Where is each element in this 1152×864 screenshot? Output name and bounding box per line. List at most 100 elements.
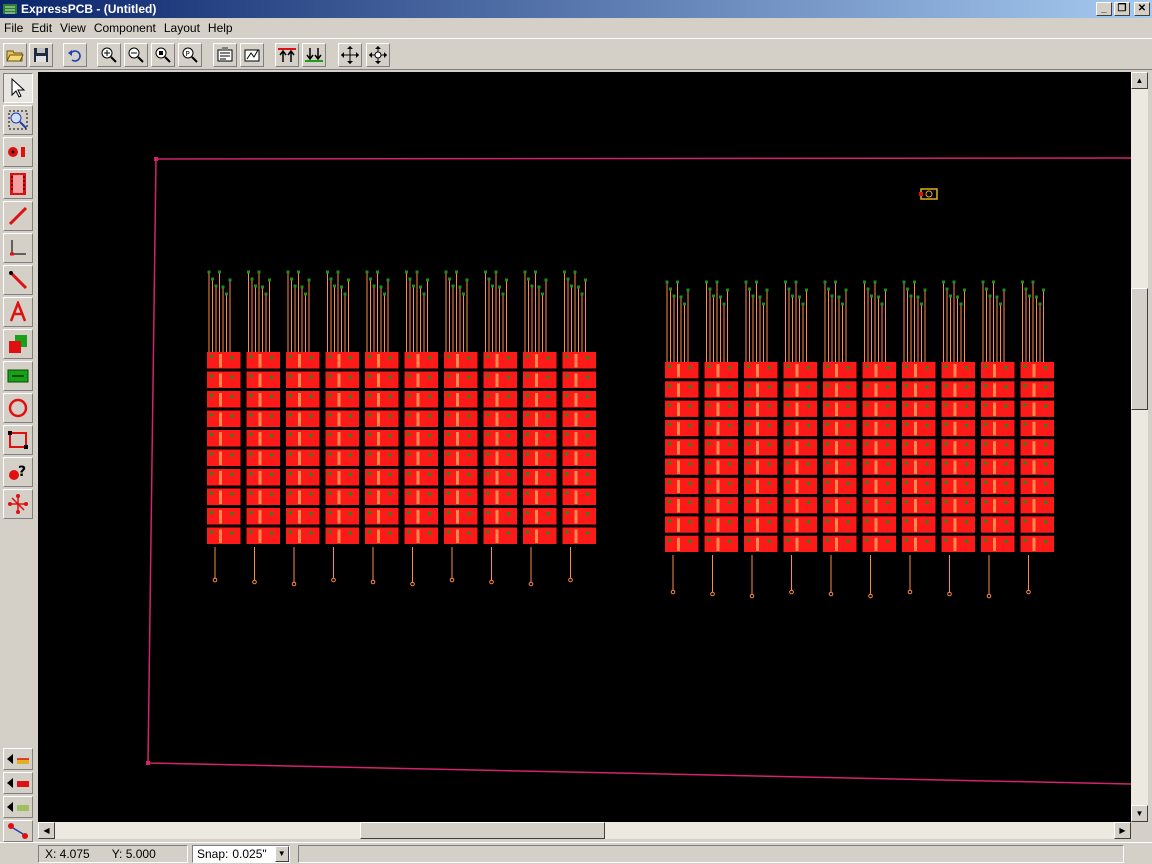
pad-trace xyxy=(416,393,420,407)
via xyxy=(507,414,510,418)
via xyxy=(791,294,794,298)
via-component xyxy=(919,188,938,200)
via xyxy=(494,270,498,274)
via xyxy=(270,414,273,418)
rectangle-tool[interactable] xyxy=(3,425,33,455)
via xyxy=(665,280,669,284)
menu-edit[interactable]: Edit xyxy=(27,21,56,35)
via xyxy=(376,270,379,274)
vertical-scroll-thumb[interactable] xyxy=(1131,288,1148,410)
menu-layout[interactable]: Layout xyxy=(160,21,204,35)
via xyxy=(297,270,300,274)
board-outline-corner xyxy=(146,761,150,765)
pad-trace xyxy=(377,354,380,368)
horizontal-scroll-thumb[interactable] xyxy=(360,822,605,839)
component-tool[interactable] xyxy=(3,169,33,199)
via xyxy=(668,384,671,388)
pad-trace xyxy=(677,499,680,513)
undo-button[interactable] xyxy=(63,43,87,67)
bottom-layer-button[interactable] xyxy=(302,43,326,67)
via xyxy=(668,403,671,407)
open-button[interactable] xyxy=(3,43,27,67)
pad xyxy=(325,449,359,466)
via xyxy=(526,355,529,358)
corner-trace-tool[interactable] xyxy=(3,233,33,263)
zoom-in-button[interactable] xyxy=(97,43,121,67)
pad xyxy=(207,371,241,388)
pad-trace xyxy=(298,529,301,543)
via xyxy=(349,434,352,437)
menu-help[interactable]: Help xyxy=(204,21,237,35)
pad xyxy=(783,419,817,437)
zoom-out-button[interactable] xyxy=(124,43,148,67)
zoom-select-tool[interactable] xyxy=(3,105,33,135)
bottom-layer-select[interactable] xyxy=(3,772,33,794)
pad-trace xyxy=(677,421,680,436)
via xyxy=(428,434,431,437)
via xyxy=(866,287,870,291)
ground-plane-tool[interactable] xyxy=(3,361,33,391)
text-tool-icon xyxy=(9,301,27,322)
pad xyxy=(981,458,1015,475)
pad xyxy=(404,469,438,486)
menu-file[interactable]: File xyxy=(0,21,27,35)
menu-view[interactable]: View xyxy=(56,21,90,35)
query-tool[interactable]: ? xyxy=(3,457,33,487)
via xyxy=(747,500,750,504)
via xyxy=(865,384,869,388)
via xyxy=(249,355,253,358)
pad xyxy=(823,419,857,437)
menu-component[interactable]: Component xyxy=(90,21,160,35)
via xyxy=(507,375,510,379)
via xyxy=(683,302,686,306)
snap-label: Snap: xyxy=(197,846,229,861)
component-properties-button[interactable] xyxy=(213,43,237,67)
via xyxy=(428,414,431,418)
via xyxy=(428,492,431,496)
pad-tool[interactable] xyxy=(3,137,33,167)
pad-trace xyxy=(874,499,878,513)
via xyxy=(728,443,731,447)
horizontal-scrollbar[interactable]: ◀ ▶ xyxy=(38,822,1131,839)
trace-tool[interactable] xyxy=(3,201,33,231)
pad xyxy=(404,449,438,466)
move-button[interactable] xyxy=(338,43,362,67)
app-icon xyxy=(3,4,17,14)
top-layer-select[interactable] xyxy=(3,748,33,770)
board-outline-corner xyxy=(154,157,158,161)
select-tool[interactable] xyxy=(3,73,33,103)
via xyxy=(837,295,841,299)
silkscreen-layer-select[interactable] xyxy=(3,796,33,818)
restore-button[interactable]: ❐ xyxy=(1114,2,1130,16)
pad-trace xyxy=(677,537,680,551)
pad xyxy=(246,449,280,466)
scroll-down-button[interactable]: ▼ xyxy=(1131,805,1148,822)
ratsnest-tool[interactable] xyxy=(3,820,33,842)
netlist-tool[interactable] xyxy=(3,489,33,519)
close-button[interactable]: ✕ xyxy=(1134,2,1150,16)
pad-properties-button[interactable] xyxy=(240,43,264,67)
chevron-down-icon[interactable]: ▼ xyxy=(274,845,289,862)
scroll-right-button[interactable]: ▶ xyxy=(1114,822,1131,839)
vertical-scrollbar[interactable]: ▲ ▼ xyxy=(1131,72,1148,822)
top-layer-button[interactable] xyxy=(275,43,299,67)
via xyxy=(905,538,908,542)
text-tool[interactable] xyxy=(3,297,33,327)
via xyxy=(486,374,490,378)
zoom-previous-button[interactable]: P xyxy=(178,43,202,67)
via xyxy=(486,452,490,456)
save-button[interactable] xyxy=(29,43,53,67)
pcb-canvas[interactable] xyxy=(38,72,1131,822)
via xyxy=(688,404,692,408)
snap-select[interactable]: Snap: 0.025" ▼ xyxy=(192,844,290,863)
scroll-up-button[interactable]: ▲ xyxy=(1131,72,1148,89)
minimize-button[interactable]: _ xyxy=(1096,2,1112,16)
fill-tool[interactable] xyxy=(3,329,33,359)
scroll-left-button[interactable]: ◀ xyxy=(38,822,55,839)
move-all-button[interactable] xyxy=(366,43,390,67)
circle-tool[interactable] xyxy=(3,393,33,423)
line-tool[interactable] xyxy=(3,265,33,295)
pad xyxy=(744,458,778,475)
zoom-fit-button[interactable] xyxy=(151,43,175,67)
pad-trace xyxy=(914,364,917,378)
